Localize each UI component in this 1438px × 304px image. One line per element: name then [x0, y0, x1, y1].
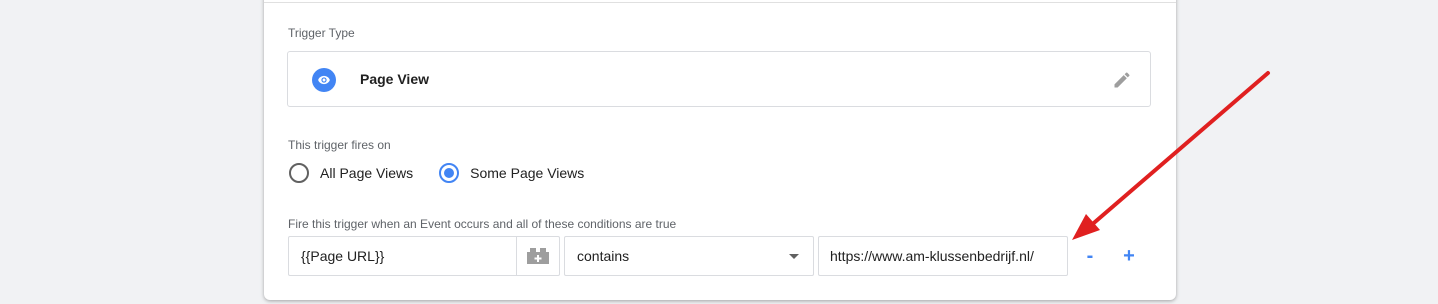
radio-label: Some Page Views — [470, 165, 585, 181]
variable-field[interactable]: {{Page URL}} — [288, 236, 560, 276]
radio-label: All Page Views — [320, 165, 414, 181]
trigger-type-label: Trigger Type — [288, 26, 355, 40]
radio-all-page-views[interactable]: All Page Views — [289, 163, 413, 183]
add-condition-button[interactable]: + — [1117, 244, 1141, 268]
radio-unchecked-icon[interactable] — [289, 163, 309, 183]
variable-value: {{Page URL}} — [301, 248, 385, 264]
radio-dot — [444, 168, 455, 178]
chevron-down-icon — [789, 253, 799, 259]
condition-value-input[interactable]: https://www.am-klussenbedrijf.nl/ — [818, 236, 1068, 276]
operator-value: contains — [577, 248, 630, 264]
condition-value: https://www.am-klussenbedrijf.nl/ — [830, 248, 1034, 264]
remove-condition-button[interactable]: - — [1078, 244, 1102, 268]
fires-on-label: This trigger fires on — [288, 138, 391, 152]
radio-checked-icon[interactable] — [439, 163, 460, 183]
trigger-type-name: Page View — [360, 71, 430, 87]
trigger-config-card: Trigger Type Page View This trigger fire… — [264, 0, 1176, 300]
pencil-icon[interactable] — [1112, 70, 1132, 90]
conditions-label: Fire this trigger when an Event occurs a… — [288, 217, 677, 231]
variable-block-icon[interactable] — [516, 237, 559, 275]
operator-select[interactable]: contains — [564, 236, 814, 276]
top-divider — [264, 2, 1176, 3]
eye-icon — [312, 68, 336, 92]
fires-on-radio-group: All Page Views Some Page Views — [289, 162, 610, 184]
radio-some-page-views[interactable]: Some Page Views — [439, 163, 584, 183]
trigger-type-selector[interactable]: Page View — [287, 51, 1151, 107]
